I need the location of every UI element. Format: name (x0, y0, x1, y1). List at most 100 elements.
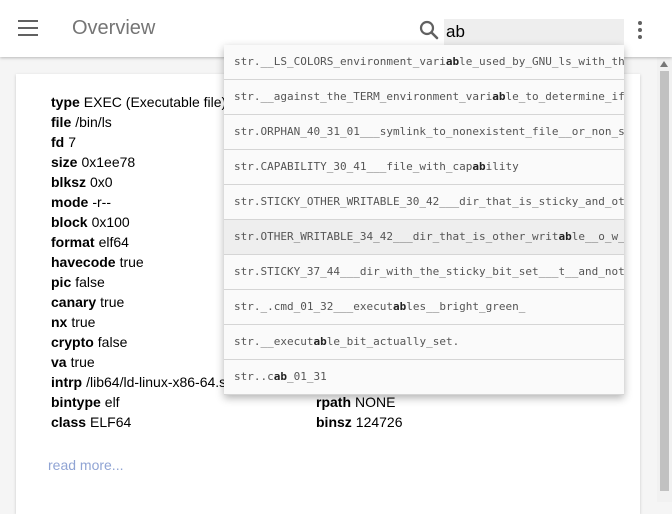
info-value: false (75, 274, 105, 290)
info-row-canary: canary true (51, 294, 124, 310)
autocomplete-text-pre: str.OTHER_WRITABLE_34_42___dir_that_is_o… (234, 230, 559, 243)
info-key: fd (51, 134, 65, 150)
info-row-file: file/bin/ls (51, 114, 112, 130)
info-key: intrp (51, 374, 83, 390)
info-key: crypto (51, 334, 94, 350)
info-row-format: format elf64 (51, 234, 129, 250)
autocomplete-item[interactable]: str.STICKY_37_44___dir_with_the_sticky_b… (224, 255, 624, 290)
scrollbar[interactable] (657, 57, 672, 502)
info-value: /lib64/ld-linux-x86-64.so.2 (86, 374, 246, 390)
info-key: binsz (316, 414, 352, 430)
search-input[interactable] (444, 19, 624, 45)
info-key: block (51, 214, 88, 230)
autocomplete-text-post: le_bit_actually_set. (326, 335, 460, 348)
info-value: -r-- (92, 194, 111, 210)
autocomplete-item[interactable]: str._.cmd_01_32___executables__bright_gr… (224, 290, 624, 325)
info-row-crypto: crypto false (51, 334, 127, 350)
autocomplete-item[interactable]: str.__against_the_TERM_environment_varia… (224, 80, 624, 115)
read-more-link[interactable]: read more... (48, 457, 123, 473)
info-key: va (51, 354, 67, 370)
scrollbar-thumb[interactable] (660, 71, 669, 491)
more-vert-icon[interactable] (637, 21, 643, 39)
info-row-nx: nx true (51, 314, 95, 330)
autocomplete-text-post: le__o_w_ (571, 230, 624, 243)
autocomplete-dropdown: str.__LS_COLORS_environment_variable_use… (224, 45, 624, 395)
search-field (444, 19, 624, 47)
info-key: blksz (51, 174, 87, 190)
info-key: mode (51, 194, 89, 210)
autocomplete-text-pre: str..c (234, 370, 274, 383)
autocomplete-item[interactable]: str.__executable_bit_actually_set. (224, 325, 624, 360)
info-value: /bin/ls (75, 114, 112, 130)
search-icon[interactable] (419, 20, 439, 40)
info-value: 0x0 (90, 174, 113, 190)
info-key: format (51, 234, 95, 250)
autocomplete-text-post: _01_31 (287, 370, 327, 383)
autocomplete-text-match: ab (392, 300, 407, 313)
autocomplete-text-match: ab (445, 55, 460, 68)
info-key: havecode (51, 254, 116, 270)
page-title: Overview (72, 17, 156, 39)
info-row-havecode: havecode true (51, 254, 144, 270)
autocomplete-text-pre: str.STICKY_37_44___dir_with_the_sticky_b… (234, 265, 624, 278)
info-value: ELF64 (90, 414, 132, 430)
autocomplete-text-match: ab (558, 230, 572, 243)
info-key: class (51, 414, 87, 430)
info-value: true (70, 354, 95, 370)
info-key: size (51, 154, 78, 170)
info-row-size: size 0x1ee78 (51, 154, 135, 170)
info-key: type (51, 94, 80, 110)
info-value: 124726 (355, 414, 403, 430)
autocomplete-item[interactable]: str.CAPABILITY_30_41___file_with_capabil… (224, 150, 624, 185)
info-value: EXEC (Executable file) (83, 94, 227, 110)
scroll-up-arrow-icon[interactable] (660, 61, 668, 67)
info-row-blksz: blksz 0x0 (51, 174, 113, 190)
info-row-intrp: intrp/lib64/ld-linux-x86-64.so.2 (51, 374, 246, 390)
autocomplete-text-pre: str.__against_the_TERM_environment_vari (234, 90, 493, 103)
info-key: pic (51, 274, 72, 290)
info-value: 0x100 (91, 214, 130, 230)
autocomplete-item[interactable]: str.__LS_COLORS_environment_variable_use… (224, 45, 624, 80)
autocomplete-text-match: ab (273, 370, 287, 383)
info-row-binsz: binsz 124726 (316, 414, 403, 430)
autocomplete-text-pre: str.__execut (234, 335, 314, 348)
info-value: true (119, 254, 144, 270)
autocomplete-text-pre: str.STICKY_OTHER_WRITABLE_30_42___dir_th… (234, 195, 624, 208)
info-row-bintype: bintype elf (51, 394, 120, 410)
autocomplete-text-match: ab (472, 160, 486, 173)
info-value: false (97, 334, 128, 350)
autocomplete-text-post: les__bright_green_ (406, 300, 526, 313)
info-key: canary (51, 294, 97, 310)
info-key: rpath (316, 394, 351, 410)
info-value: NONE (355, 394, 396, 410)
info-value: 0x1ee78 (81, 154, 136, 170)
autocomplete-text-pre: str._.cmd_01_32___execut (234, 300, 393, 313)
info-row-rpath: rpath NONE (316, 394, 395, 410)
info-row-fd: fd 7 (51, 134, 76, 150)
autocomplete-text-pre: str.CAPABILITY_30_41___file_with_cap (234, 160, 473, 173)
info-key: bintype (51, 394, 101, 410)
menu-icon[interactable] (18, 20, 38, 36)
info-key: file (51, 114, 72, 130)
autocomplete-text-match: ab (313, 335, 327, 348)
autocomplete-text-post: le_to_determine_if (505, 90, 624, 103)
info-row-va: va true (51, 354, 95, 370)
autocomplete-text-post: le_used_by_GNU_ls_with_th (459, 55, 624, 68)
autocomplete-text-pre: str.__LS_COLORS_environment_vari (234, 55, 446, 68)
info-value: true (71, 314, 96, 330)
info-key: nx (51, 314, 68, 330)
info-row-pic: pic false (51, 274, 105, 290)
info-value: elf (104, 394, 120, 410)
autocomplete-item[interactable]: str.STICKY_OTHER_WRITABLE_30_42___dir_th… (224, 185, 624, 220)
info-row-class: class ELF64 (51, 414, 131, 430)
autocomplete-text-post: ility (485, 160, 519, 173)
info-value: true (100, 294, 125, 310)
info-value: 7 (68, 134, 77, 150)
info-row-type: type EXEC (Executable file) (51, 94, 226, 110)
autocomplete-item[interactable]: str.ORPHAN_40_31_01___symlink_to_nonexis… (224, 115, 624, 150)
autocomplete-item[interactable]: str..cab_01_31 (224, 360, 624, 395)
autocomplete-text-match: ab (492, 90, 506, 103)
autocomplete-item[interactable]: str.OTHER_WRITABLE_34_42___dir_that_is_o… (224, 220, 624, 255)
autocomplete-text-pre: str.ORPHAN_40_31_01___symlink_to_nonexis… (234, 125, 624, 138)
info-value: elf64 (98, 234, 129, 250)
